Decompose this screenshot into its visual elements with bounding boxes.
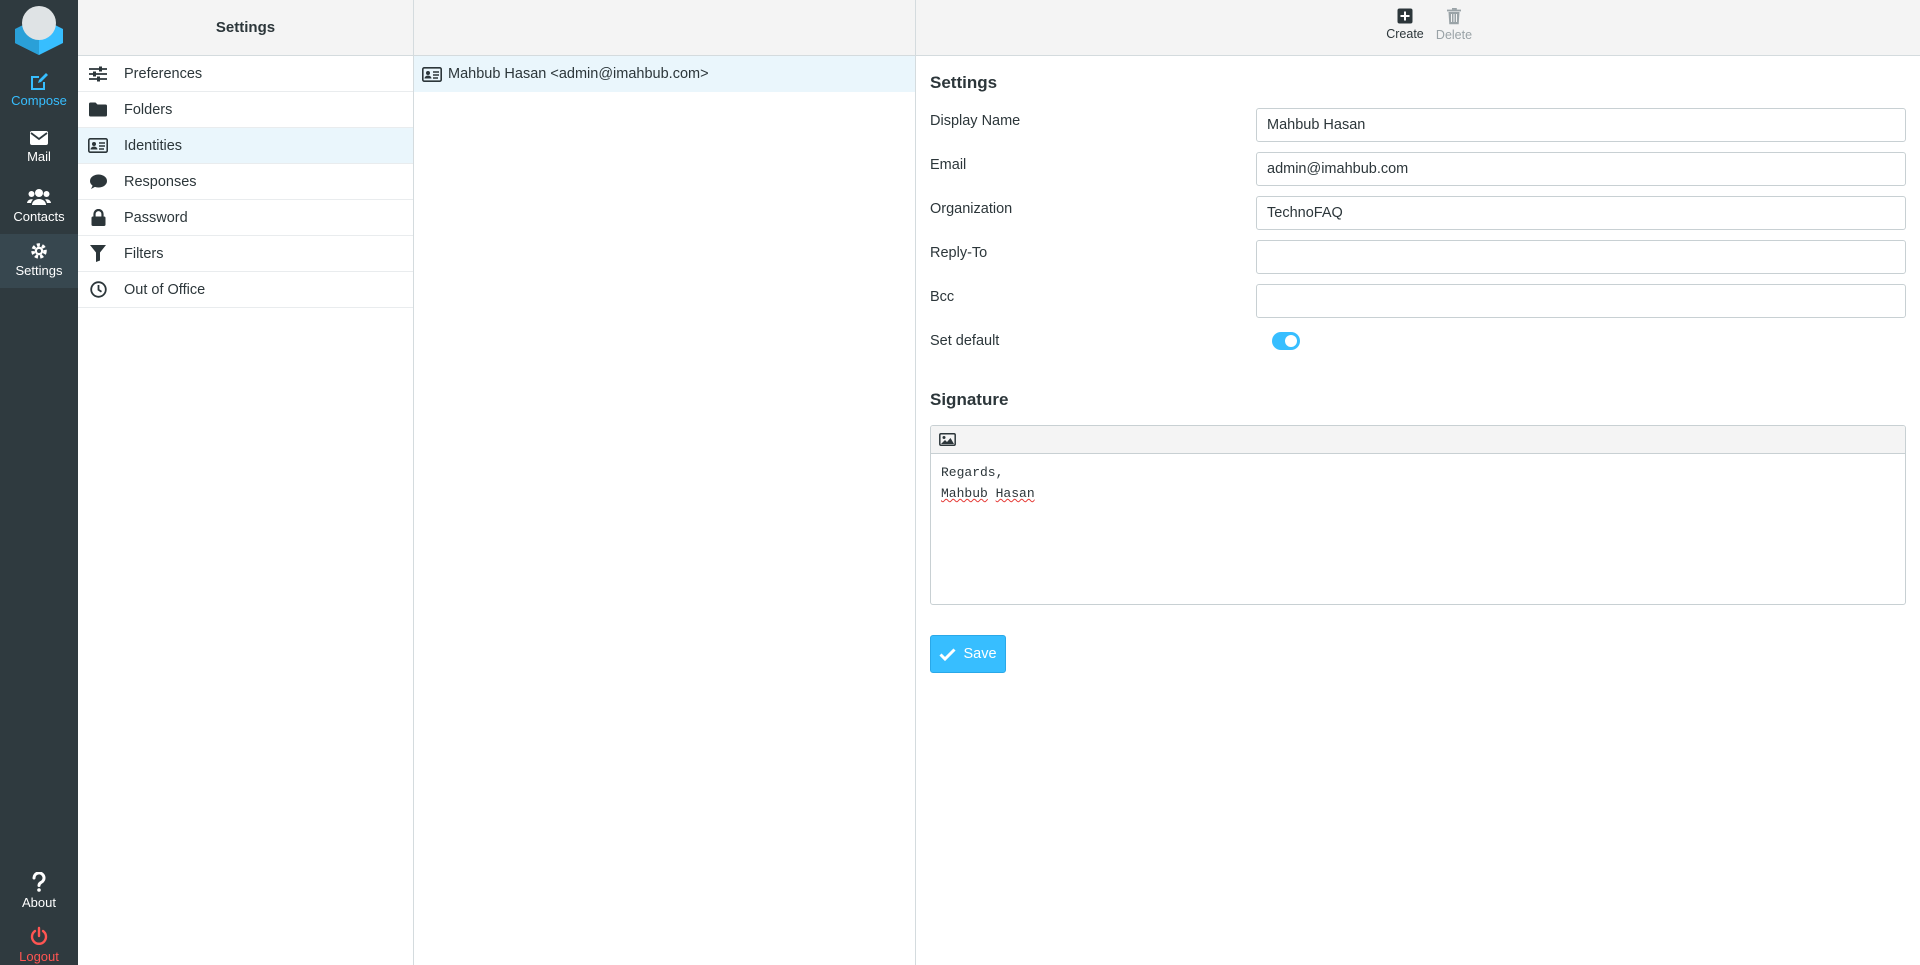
signature-name-last: Hasan: [995, 486, 1035, 501]
nav-contacts-label: Contacts: [13, 209, 65, 224]
identity-editor: Create Delete Settings Display Name Emai…: [916, 0, 1920, 965]
settings-item-label: Out of Office: [124, 281, 206, 298]
settings-panel-title: Settings: [215, 19, 276, 36]
identity-row[interactable]: Mahbub Hasan <admin@imahbub.com>: [414, 56, 915, 92]
signature-editor: Regards, Mahbub Hasan: [930, 425, 1906, 605]
question-icon: [32, 872, 46, 892]
settings-panel: Settings Preferences Folders Identities …: [78, 0, 414, 965]
nav-logout-label: Logout: [19, 949, 59, 964]
folder-icon: [88, 100, 108, 120]
settings-item-preferences[interactable]: Preferences: [78, 56, 413, 92]
settings-item-responses[interactable]: Responses: [78, 164, 413, 200]
reply-to-label: Reply-To: [930, 245, 988, 261]
email-row: Email: [930, 146, 1906, 190]
settings-section-title: Settings: [930, 73, 998, 92]
check-icon: [939, 647, 957, 661]
id-card-icon: [422, 66, 442, 82]
organization-row: Organization: [930, 190, 1906, 234]
email-input[interactable]: [1256, 152, 1906, 186]
settings-item-filters[interactable]: Filters: [78, 236, 413, 272]
identities-list-panel: Mahbub Hasan <admin@imahbub.com>: [414, 0, 916, 965]
create-label: Create: [1386, 27, 1424, 41]
toolbar: Create Delete: [916, 0, 1920, 56]
signature-line: Regards,: [941, 465, 1004, 480]
nav-compose[interactable]: Compose: [0, 64, 78, 120]
settings-item-label: Password: [124, 209, 188, 226]
plus-square-icon: [1397, 8, 1413, 24]
nav-about-label: About: [22, 895, 56, 910]
signature-title: Signature: [930, 390, 1009, 409]
nav-contacts[interactable]: Contacts: [0, 180, 78, 236]
nav-compose-label: Compose: [11, 93, 67, 108]
save-label: Save: [963, 646, 997, 662]
comment-icon: [88, 172, 108, 192]
clock-icon: [88, 280, 108, 300]
sliders-icon: [88, 64, 108, 84]
main-navigation: Compose Mail Contacts Settings About Log…: [0, 0, 78, 965]
save-button[interactable]: Save: [930, 635, 1006, 673]
identities-list-header: [414, 0, 915, 56]
compose-icon: [31, 73, 48, 90]
reply-to-row: Reply-To: [930, 234, 1906, 278]
create-button[interactable]: Create: [1377, 8, 1433, 41]
bcc-input[interactable]: [1256, 284, 1906, 318]
insert-image-icon[interactable]: [939, 433, 956, 446]
settings-item-identities[interactable]: Identities: [78, 128, 413, 164]
settings-item-label: Folders: [124, 101, 173, 118]
users-icon: [27, 189, 51, 205]
settings-item-label: Preferences: [124, 65, 203, 82]
delete-label: Delete: [1435, 28, 1473, 42]
set-default-row: Set default: [930, 322, 1906, 366]
signature-editor-toolbar: [931, 426, 1905, 454]
settings-item-label: Filters: [124, 245, 164, 262]
identity-label: Mahbub Hasan <admin@imahbub.com>: [448, 66, 709, 82]
signature-name-first: Mahbub: [941, 486, 988, 501]
gear-icon: [31, 243, 47, 259]
bcc-row: Bcc: [930, 278, 1906, 322]
settings-item-out-of-office[interactable]: Out of Office: [78, 272, 413, 308]
bcc-label: Bcc: [930, 289, 955, 305]
settings-item-label: Identities: [124, 137, 183, 154]
settings-item-password[interactable]: Password: [78, 200, 413, 236]
nav-mail-label: Mail: [27, 149, 51, 164]
set-default-label: Set default: [930, 333, 1000, 349]
nav-mail[interactable]: Mail: [0, 122, 78, 178]
set-default-toggle[interactable]: [1272, 332, 1300, 350]
id-card-icon: [88, 136, 108, 156]
nav-logout[interactable]: Logout: [0, 918, 78, 965]
delete-button[interactable]: Delete: [1426, 8, 1482, 42]
organization-label: Organization: [930, 201, 1013, 217]
email-label: Email: [930, 157, 967, 173]
trash-icon: [1447, 8, 1461, 25]
power-icon: [30, 926, 48, 945]
envelope-icon: [30, 131, 48, 145]
settings-item-label: Responses: [124, 173, 197, 190]
lock-icon: [88, 208, 108, 228]
settings-item-folders[interactable]: Folders: [78, 92, 413, 128]
settings-panel-header: Settings: [78, 0, 413, 56]
identity-form: Settings Display Name Email Organization…: [930, 56, 1906, 673]
display-name-row: Display Name: [930, 102, 1906, 146]
organization-input[interactable]: [1256, 196, 1906, 230]
display-name-input[interactable]: [1256, 108, 1906, 142]
nav-settings-label: Settings: [15, 263, 63, 278]
nav-about[interactable]: About: [0, 864, 78, 920]
app-logo: [13, 3, 65, 55]
signature-textarea[interactable]: Regards, Mahbub Hasan: [931, 454, 1905, 512]
display-name-label: Display Name: [930, 113, 1021, 129]
filter-icon: [88, 244, 108, 264]
reply-to-input[interactable]: [1256, 240, 1906, 274]
nav-settings[interactable]: Settings: [0, 234, 78, 288]
